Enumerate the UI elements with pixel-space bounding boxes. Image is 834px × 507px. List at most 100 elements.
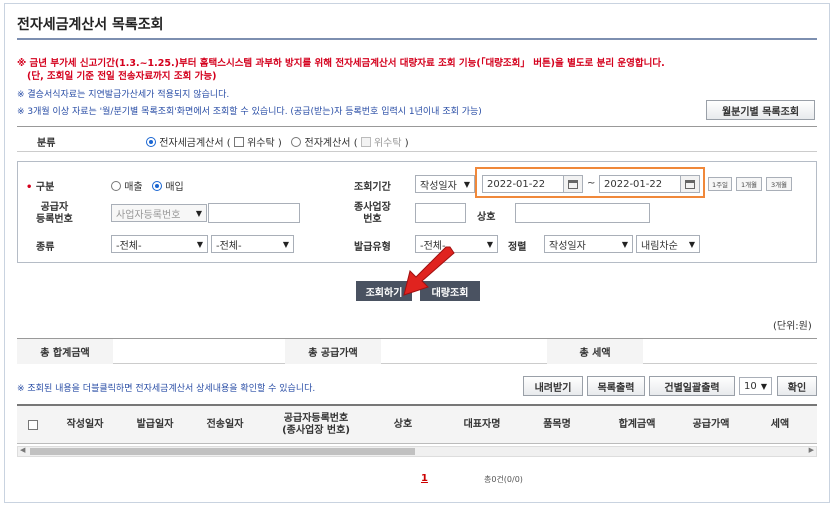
pager-current-page[interactable]: 1 [421,473,428,484]
scroll-right-icon[interactable]: ▶ [809,446,814,454]
company-name-input[interactable] [515,203,650,223]
required-mark: • [26,182,33,193]
notice-bulk-query: ※ 금년 부가세 신고기간(1.3.~1.25.)부터 홈택스시스템 과부하 방… [17,58,665,69]
issue-type-label: 발급유형 [354,242,391,253]
date-range-highlight [475,167,705,198]
category-label: 분류 [37,138,56,149]
page-size-select[interactable]: 10 ▼ [739,377,772,395]
chevron-down-icon: ▼ [463,179,470,189]
kind-2-value: -전체- [216,240,242,252]
radio-einvoice-label: 전자계산서 [304,138,351,149]
column-header-supplier: 공급자등록번호 (종사업장 번호) [261,406,371,444]
kind-label: 종류 [36,242,55,253]
checkbox-consign-etax[interactable] [233,137,244,147]
sort-order-select[interactable]: 내림차순 ▼ [636,235,700,253]
select-all-checkbox[interactable] [28,420,38,430]
radio-buy-label: 매입 [165,182,184,193]
sort-field-value: 작성일자 [549,240,586,252]
branch-label-line2: 번호 [363,214,382,225]
paren-close-1: ) [277,138,282,149]
consign-etax-label: 위수탁 [247,138,275,149]
radio-buy[interactable] [152,181,163,191]
radio-einvoice[interactable] [291,137,302,147]
column-header: 합계금액 [618,419,656,430]
consign-einvoice-label: 위수탁 [373,138,402,149]
type-options: 매출 매입 [111,178,184,193]
chevron-down-icon: ▼ [196,239,203,249]
kind-1-value: -전체- [116,240,142,252]
scrollbar-thumb[interactable] [30,448,415,455]
pager-total: 총0건(0/0) [484,475,523,484]
column-header: 공급가액 [692,419,730,430]
supplier-label: 공급자 등록번호 [36,202,73,226]
page-title: 전자세금계산서 목록조회 [17,17,164,33]
quick-1-week-button[interactable]: 1주일 [708,177,732,191]
column-header: 세액 [770,419,790,430]
column-header: 상호 [393,419,413,430]
chevron-down-icon: ▼ [621,239,628,249]
column-header: 전송일자 [206,419,244,430]
batch-print-button[interactable]: 건별일괄출력 [649,376,735,396]
double-click-hint: ※ 조회된 내용을 더블클릭하면 전자세금계산서 상세내용을 확인할 수 있습니… [17,384,316,394]
radio-etax-label: 전자세금계산서 [159,138,224,149]
type-label-text: 구분 [35,182,55,193]
kind-select-1[interactable]: -전체- ▼ [111,235,208,253]
supplier-type-value: 사업자등록번호 [116,209,181,221]
chevron-down-icon: ▼ [760,381,767,391]
kind-select-2[interactable]: -전체- ▼ [211,235,294,253]
checkbox-consign-einvoice[interactable] [360,137,371,147]
notice-late-tax: ※ 결승서식자료는 지연발급가산세가 적용되지 않습니다. [17,90,230,100]
branch-label-line1: 종사업장 [354,202,391,213]
tax-label: 총 세액 [547,339,643,364]
paren-close-2: ) [404,138,409,149]
unit-label: (단위:원) [773,321,812,332]
company-label: 상호 [477,212,496,223]
chevron-down-icon: ▼ [486,239,493,249]
category-row: 분류 전자세금계산서 ( 위수탁 ) 전자계산서 ( 위수탁 ) [17,126,817,152]
column-header-line1: 공급자등록번호 [283,413,349,424]
radio-sale[interactable] [111,181,121,191]
sort-order-value: 내림차순 [641,240,678,252]
supplier-type-select[interactable]: 사업자등록번호 ▼ [111,204,207,222]
radio-etax[interactable] [146,137,156,147]
notice-three-months: ※ 3개월 이상 자료는 '월/분기별 목록조회'화면에서 조회할 수 있습니다… [17,107,482,117]
horizontal-scrollbar[interactable]: ◀ ▶ [17,446,817,457]
sort-label: 정렬 [508,242,527,253]
column-header-line2: (종사업장 번호) [282,425,350,436]
title-divider [17,38,817,40]
supplier-number-input[interactable] [208,203,300,223]
supplier-label-line1: 공급자 [40,202,69,213]
supplier-label-line2: 등록번호 [36,214,73,225]
branch-label: 종사업장 번호 [354,202,391,226]
sort-field-select[interactable]: 작성일자 ▼ [544,235,633,253]
notice-bulk-query-note: (단, 조회일 기준 전일 전송자료까지 조회 가능) [27,71,217,82]
supply-amount-label: 총 공급가액 [285,339,381,364]
category-options: 전자세금계산서 ( 위수탁 ) 전자계산서 ( 위수탁 ) [146,134,409,149]
chevron-down-icon: ▼ [282,239,289,249]
quick-3-month-button[interactable]: 3개월 [766,177,792,191]
page-size-value: 10 [744,380,757,392]
monthly-list-button[interactable]: 월분기별 목록조회 [706,100,815,120]
print-list-button[interactable]: 목록출력 [587,376,645,396]
chevron-down-icon: ▼ [688,239,695,249]
period-basis-value: 작성일자 [420,180,457,192]
scroll-left-icon[interactable]: ◀ [20,446,25,454]
download-button[interactable]: 내려받기 [523,376,583,396]
column-header: 작성일자 [66,419,104,430]
pointer-arrow-icon [403,246,455,296]
confirm-button[interactable]: 확인 [777,376,817,396]
select-all-cell [23,406,43,444]
column-header: 발급일자 [136,419,174,430]
period-basis-select[interactable]: 작성일자 ▼ [415,175,475,193]
paren-open-2: ( [353,138,358,149]
column-header: 품목명 [543,419,571,430]
result-table-header: 작성일자 발급일자 전송일자 공급자등록번호 (종사업장 번호) 상호 대표자명… [17,404,817,444]
total-amount-label: 총 합계금액 [17,339,113,364]
branch-number-input[interactable] [415,203,466,223]
summary-row: 총 합계금액 총 공급가액 총 세액 [17,338,817,364]
quick-1-month-button[interactable]: 1개월 [736,177,762,191]
column-header: 대표자명 [463,419,501,430]
type-label: • 구분 [26,178,54,193]
chevron-down-icon: ▼ [195,208,202,218]
radio-sale-label: 매출 [124,182,143,193]
